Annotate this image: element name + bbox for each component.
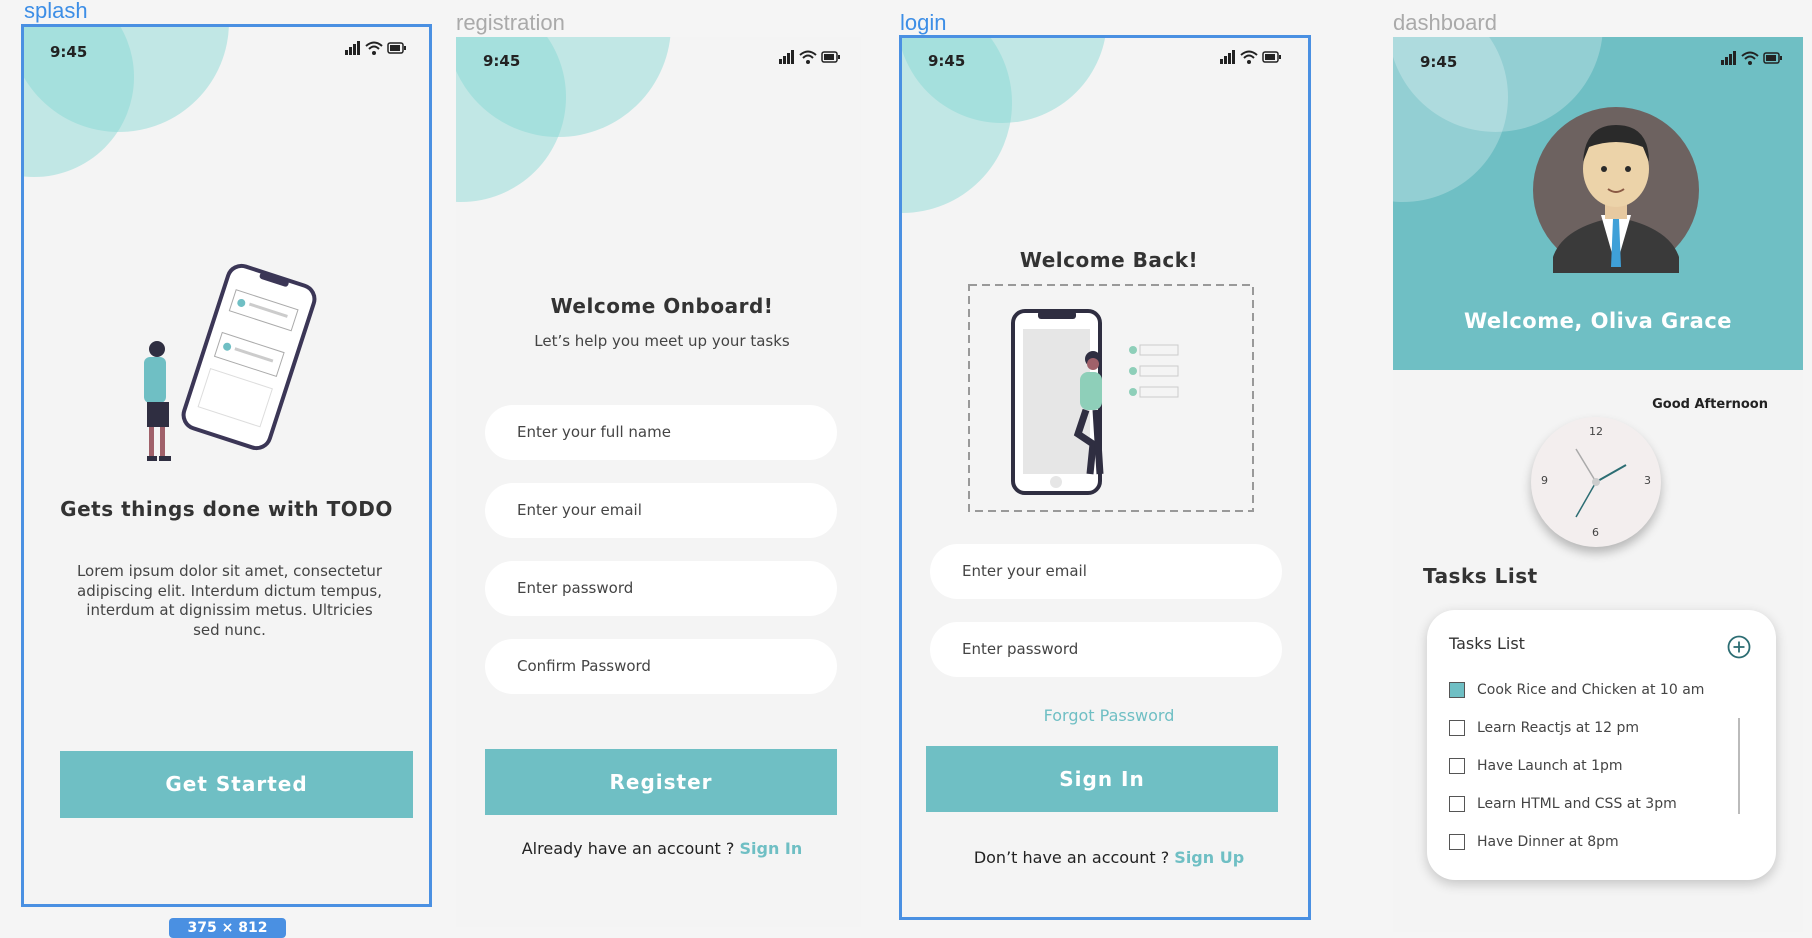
wifi-icon — [799, 50, 817, 64]
task-item[interactable]: Learn HTML and CSS at 3pm — [1449, 796, 1677, 812]
battery-icon — [821, 51, 840, 63]
person-leaning-on-phone-illustration — [968, 284, 1254, 512]
password-field[interactable]: Enter password — [930, 622, 1282, 677]
signal-icon — [1220, 50, 1235, 64]
task-label: Cook Rice and Chicken at 10 am — [1477, 682, 1705, 698]
task-checkbox[interactable] — [1449, 682, 1465, 698]
sign-up-link[interactable]: Sign Up — [1174, 848, 1244, 867]
tasks-section-title: Tasks List — [1423, 564, 1538, 588]
signal-icon — [345, 41, 360, 55]
full-name-field[interactable]: Enter your full name — [485, 405, 837, 460]
registration-screen: 9:45 Welcome Onboard! Let’s help you mee… — [456, 37, 861, 927]
task-label: Learn HTML and CSS at 3pm — [1477, 796, 1677, 812]
email-field[interactable]: Enter your email — [485, 483, 837, 538]
get-started-button[interactable]: Get Started — [60, 751, 413, 818]
frame-label-splash: splash — [24, 0, 88, 23]
wifi-icon — [1240, 50, 1258, 64]
login-title: Welcome Back! — [1019, 248, 1199, 272]
splash-description: Lorem ipsum dolor sit amet, consectetur … — [76, 562, 383, 639]
footer-text: Already have an account ? — [521, 839, 740, 858]
task-checkbox[interactable] — [1449, 796, 1465, 812]
welcome-heading: Welcome, Oliva Grace — [1463, 309, 1733, 333]
registration-title: Welcome Onboard! — [550, 294, 774, 318]
status-icons — [1220, 50, 1282, 64]
battery-icon — [387, 42, 406, 54]
analog-clock: 12 3 6 9 — [1531, 417, 1661, 547]
task-checkbox[interactable] — [1449, 758, 1465, 774]
add-task-icon[interactable] — [1727, 635, 1751, 659]
status-icons — [779, 50, 841, 64]
battery-icon — [1763, 52, 1782, 64]
frame-label-login: login — [900, 10, 947, 35]
task-label: Learn Reactjs at 12 pm — [1477, 720, 1639, 736]
signal-icon — [779, 50, 794, 64]
login-footer: Don’t have an account ? Sign Up — [904, 848, 1308, 867]
wifi-icon — [1741, 51, 1759, 65]
frame-label-dashboard: dashboard — [1393, 10, 1497, 35]
register-button[interactable]: Register — [485, 749, 837, 815]
tasks-card: Tasks List Cook Rice and Chicken at 10 a… — [1427, 610, 1776, 880]
signal-icon — [1721, 51, 1736, 65]
status-time: 9:45 — [928, 52, 966, 70]
dashboard-screen: Welcome, Oliva Grace 9:45 Good Afternoon… — [1393, 37, 1803, 932]
password-field[interactable]: Enter password — [485, 561, 837, 616]
login-screen: 9:45 Welcome Back! Enter your email Ente… — [899, 35, 1311, 920]
registration-subtitle: Let’s help you meet up your tasks — [534, 332, 790, 350]
sign-in-button[interactable]: Sign In — [926, 746, 1278, 812]
task-item[interactable]: Learn Reactjs at 12 pm — [1449, 720, 1639, 736]
status-time: 9:45 — [1420, 53, 1458, 71]
task-checkbox[interactable] — [1449, 720, 1465, 736]
task-item[interactable]: Cook Rice and Chicken at 10 am — [1449, 682, 1704, 698]
tasks-card-title: Tasks List — [1449, 634, 1525, 653]
footer-text: Don’t have an account ? — [973, 848, 1175, 867]
task-checkbox[interactable] — [1449, 834, 1465, 850]
task-label: Have Dinner at 8pm — [1477, 834, 1619, 850]
splash-screen: 9:45 Gets things done with TODO Lorem ip… — [21, 24, 432, 907]
greeting-text: Good Afternoon — [1652, 397, 1768, 412]
task-item[interactable]: Have Launch at 1pm — [1449, 758, 1623, 774]
task-label: Have Launch at 1pm — [1477, 758, 1623, 774]
frame-label-registration: registration — [456, 10, 565, 35]
confirm-password-field[interactable]: Confirm Password — [485, 639, 837, 694]
task-item[interactable]: Have Dinner at 8pm — [1449, 834, 1619, 850]
wifi-icon — [365, 41, 383, 55]
sign-in-link[interactable]: Sign In — [740, 839, 803, 858]
status-icons — [345, 41, 407, 55]
status-icons — [1721, 51, 1783, 65]
status-time: 9:45 — [50, 43, 88, 61]
status-time: 9:45 — [483, 52, 521, 70]
email-field[interactable]: Enter your email — [930, 544, 1282, 599]
dashboard-header: Welcome, Oliva Grace — [1393, 37, 1803, 370]
tasks-scrollbar[interactable] — [1738, 718, 1740, 814]
forgot-password-link[interactable]: Forgot Password — [904, 706, 1308, 725]
clock-hands — [1575, 448, 1627, 518]
registration-footer: Already have an account ? Sign In — [462, 839, 861, 858]
avatar — [1533, 107, 1699, 273]
splash-title: Gets things done with TODO — [60, 497, 393, 521]
size-badge: 375 × 812 — [169, 918, 286, 938]
person-with-phone-illustration — [144, 263, 317, 461]
battery-icon — [1262, 51, 1281, 63]
